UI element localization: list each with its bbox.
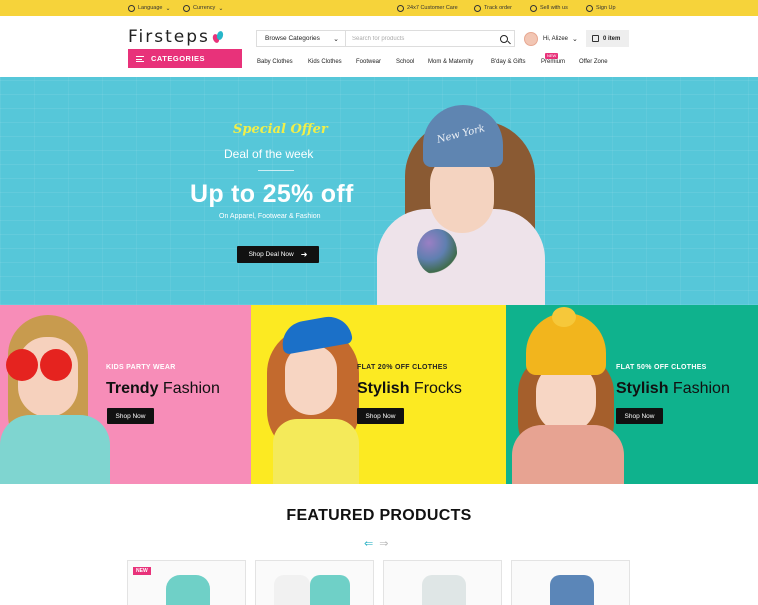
customer-care-label: 24x7 Customer Care: [407, 5, 458, 11]
logo-text: Firsteps: [128, 27, 210, 47]
categories-button[interactable]: CATEGORIES: [128, 49, 242, 68]
nav-school[interactable]: School: [396, 56, 414, 68]
track-order-label: Track order: [484, 5, 512, 11]
language-label: Language: [138, 5, 163, 11]
nav-premium[interactable]: Premium: [541, 56, 565, 68]
search-bar: Browse Categories ⌄: [256, 30, 515, 47]
shop-now-button[interactable]: Shop Now: [616, 408, 663, 424]
location-icon: [474, 4, 481, 12]
promo-tile-frocks[interactable]: FLAT 20% OFF CLOTHES Stylish Frocks Shop…: [251, 305, 506, 484]
search-icon[interactable]: [496, 31, 514, 46]
product-image-sweater: [550, 575, 594, 605]
product-image-tshirt-white: [274, 575, 310, 605]
currency-icon: [183, 4, 190, 12]
product-card[interactable]: [511, 560, 630, 605]
avatar: [524, 31, 538, 46]
arrow-right-icon: ➜: [300, 250, 308, 259]
promo-image-girl-yellow-beanie: [506, 307, 626, 484]
categories-label: CATEGORIES: [151, 54, 206, 63]
hero-deal-label: Deal of the week: [224, 147, 314, 161]
shop-deal-label: Shop Deal Now: [248, 251, 294, 258]
user-menu[interactable]: Hi, Alizee ⌄: [524, 30, 578, 47]
promo-kicker: KIDS PARTY WEAR: [106, 364, 176, 371]
language-selector[interactable]: Language ⌄: [128, 0, 171, 16]
store-icon: [530, 4, 537, 12]
carousel-controls: ⇐ ⇒: [364, 537, 388, 550]
promo-kicker: FLAT 50% OFF CLOTHES: [616, 364, 707, 371]
chevron-down-icon: ⌄: [165, 5, 171, 12]
promo-image-girl-blue-hat: [263, 307, 363, 484]
product-card[interactable]: [383, 560, 502, 605]
menu-icon: [136, 55, 144, 62]
sell-label: Sell with us: [540, 5, 568, 11]
promo-tile-party-wear[interactable]: KIDS PARTY WEAR Trendy Fashion Shop Now: [0, 305, 251, 484]
nav-baby-clothes[interactable]: Baby Clothes: [257, 56, 293, 68]
site-logo[interactable]: Firsteps: [128, 27, 224, 47]
chevron-down-icon: ⌄: [572, 35, 578, 43]
promo-image-girl-hearts: [0, 315, 110, 484]
hero-headline: Up to 25% off: [190, 180, 354, 208]
product-card[interactable]: [255, 560, 374, 605]
promo-title: Stylish Frocks: [357, 380, 462, 397]
hero-model-image: New York: [375, 91, 550, 305]
user-icon: [586, 4, 593, 12]
nav-footwear[interactable]: Footwear: [356, 56, 381, 68]
promo-tile-fashion[interactable]: FLAT 50% OFF CLOTHES Stylish Fashion Sho…: [506, 305, 758, 484]
nav-mom-maternity[interactable]: Mom & Maternity: [428, 56, 473, 68]
cart-label: 0 item: [603, 35, 621, 42]
shopping-bag-icon: [592, 35, 599, 42]
divider: [258, 170, 294, 171]
globe-icon: [128, 4, 135, 12]
nav-bday-gifts[interactable]: B'day & Gifts: [491, 56, 526, 68]
customer-care-link[interactable]: 24x7 Customer Care: [397, 0, 458, 16]
promo-kicker: FLAT 20% OFF CLOTHES: [357, 364, 448, 371]
nav-kids-clothes[interactable]: Kids Clothes: [308, 56, 342, 68]
hero-special-offer: Special Offer: [233, 122, 328, 137]
cart-button[interactable]: 0 item: [586, 30, 629, 47]
shop-deal-button[interactable]: Shop Deal Now ➜: [237, 246, 319, 263]
wavy-divider: [0, 73, 758, 78]
promo-title: Stylish Fashion: [616, 380, 730, 397]
search-input[interactable]: [346, 31, 496, 46]
arrow-right-icon[interactable]: ⇒: [379, 537, 388, 550]
browse-label: Browse Categories: [265, 35, 320, 42]
sign-up-link[interactable]: Sign Up: [586, 0, 616, 16]
footprint-logo-icon: [211, 30, 224, 44]
product-image-dress: [166, 575, 210, 605]
chevron-down-icon: ⌄: [218, 5, 224, 12]
track-order-link[interactable]: Track order: [474, 0, 512, 16]
browse-categories-dropdown[interactable]: Browse Categories ⌄: [257, 31, 346, 46]
user-greeting: Hi, Alizee: [543, 35, 569, 42]
signup-label: Sign Up: [596, 5, 616, 11]
product-image-tshirt-teal: [310, 575, 350, 605]
product-image-top: [422, 575, 466, 605]
chevron-down-icon: ⌄: [333, 35, 339, 43]
sell-with-us-link[interactable]: Sell with us: [530, 0, 568, 16]
currency-label: Currency: [193, 5, 216, 11]
top-bar: Language ⌄ Currency ⌄ 24x7 Customer Care…: [0, 0, 758, 16]
promo-title: Trendy Fashion: [106, 380, 220, 397]
shop-now-button[interactable]: Shop Now: [357, 408, 404, 424]
new-badge: NEW: [133, 567, 151, 575]
shop-now-button[interactable]: Shop Now: [107, 408, 154, 424]
headset-icon: [397, 4, 404, 12]
nav-offer-zone[interactable]: Offer Zone: [579, 56, 608, 68]
arrow-left-icon[interactable]: ⇐: [364, 537, 373, 550]
featured-products-title: FEATURED PRODUCTS: [286, 507, 472, 524]
product-card[interactable]: NEW: [127, 560, 246, 605]
hero-banner: Special Offer Deal of the week Up to 25%…: [0, 77, 758, 305]
hero-subline: On Apparel, Footwear & Fashion: [219, 213, 321, 220]
currency-selector[interactable]: Currency ⌄: [183, 0, 223, 16]
